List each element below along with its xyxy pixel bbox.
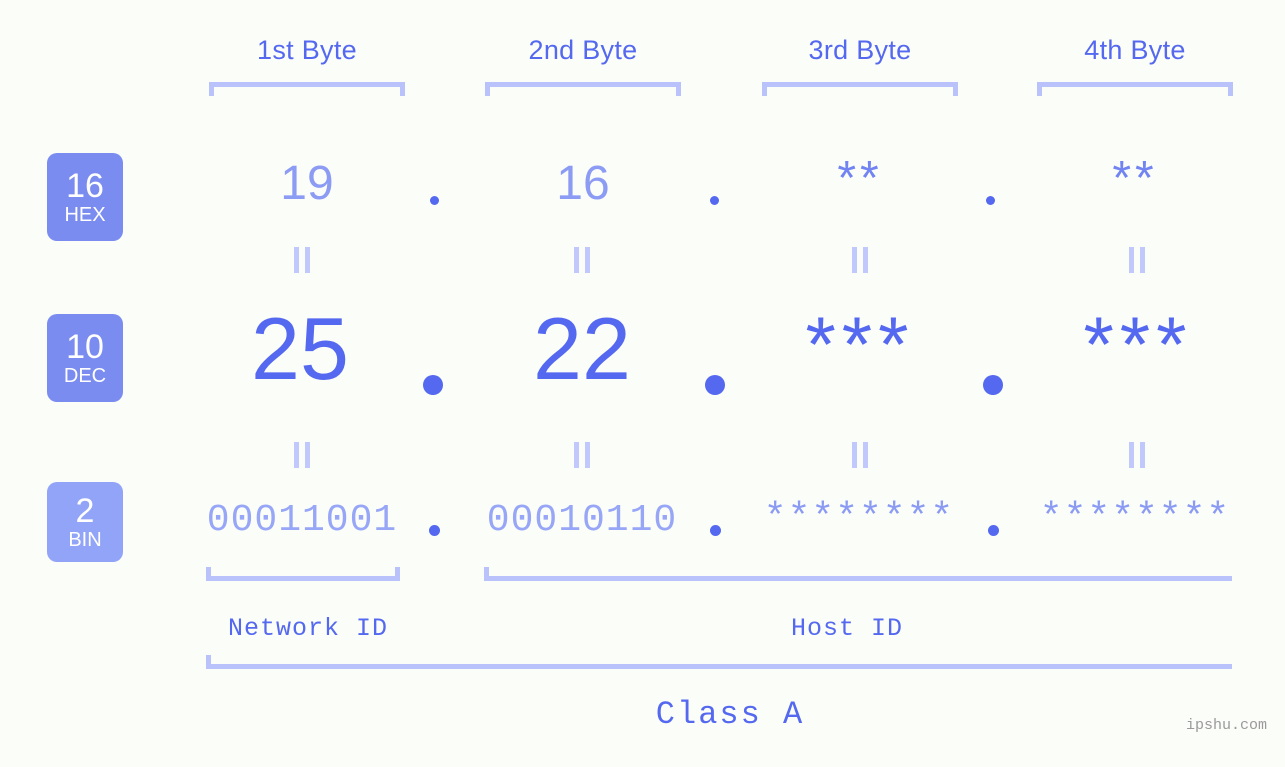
dec-dot-separator-2 xyxy=(705,375,725,395)
radix-badge-hex-number: 16 xyxy=(66,167,104,205)
equals-connector-dec-bin-3 xyxy=(849,442,871,468)
network-id-bracket xyxy=(206,567,400,581)
dec-dot-separator-3 xyxy=(983,375,1003,395)
hex-dot-separator-3 xyxy=(986,196,995,205)
bin-value-byte-2: 00010110 xyxy=(486,499,678,542)
host-id-label: Host ID xyxy=(790,614,904,643)
bin-dot-separator-3 xyxy=(988,525,999,536)
host-id-bracket xyxy=(484,567,1232,581)
bin-value-byte-3: ******** xyxy=(763,497,955,540)
hex-value-byte-4: ** xyxy=(1112,152,1158,205)
dec-value-byte-4: *** xyxy=(1083,300,1193,388)
network-id-label: Network ID xyxy=(227,614,389,643)
radix-badge-bin-name: BIN xyxy=(68,529,102,551)
site-watermark: ipshu.com xyxy=(1186,717,1268,734)
dec-value-byte-1: 25 xyxy=(251,299,349,398)
byte-1-top-bracket xyxy=(209,82,405,96)
equals-connector-hex-dec-4 xyxy=(1126,247,1148,273)
radix-badge-hex: 16 HEX xyxy=(47,153,123,241)
hex-dot-separator-2 xyxy=(710,196,719,205)
hex-value-byte-2: 16 xyxy=(556,157,610,210)
dec-dot-separator-1 xyxy=(423,375,443,395)
bin-value-byte-1: 00011001 xyxy=(206,499,398,542)
equals-connector-dec-bin-1 xyxy=(291,442,313,468)
bin-dot-separator-1 xyxy=(429,525,440,536)
dec-value-byte-2: 22 xyxy=(533,299,631,398)
equals-connector-dec-bin-2 xyxy=(571,442,593,468)
radix-badge-hex-name: HEX xyxy=(64,204,106,226)
radix-badge-bin-number: 2 xyxy=(75,492,95,530)
bin-value-byte-4: ******** xyxy=(1039,497,1231,540)
dec-value-byte-3: *** xyxy=(805,300,915,388)
radix-badge-bin: 2 BIN xyxy=(47,482,123,562)
column-header-byte-2: 2nd Byte xyxy=(528,35,638,65)
radix-badge-dec-number: 10 xyxy=(66,328,104,366)
hex-value-byte-1: 19 xyxy=(280,157,334,210)
column-header-byte-4: 4th Byte xyxy=(1084,35,1186,65)
byte-2-top-bracket xyxy=(485,82,681,96)
radix-badge-dec: 10 DEC xyxy=(47,314,123,402)
hex-value-byte-3: ** xyxy=(837,152,883,205)
byte-4-top-bracket xyxy=(1037,82,1233,96)
column-header-byte-3: 3rd Byte xyxy=(808,35,912,65)
equals-connector-hex-dec-3 xyxy=(849,247,871,273)
radix-badge-dec-name: DEC xyxy=(63,365,107,387)
ip-address-breakdown-diagram: 1st Byte 2nd Byte 3rd Byte 4th Byte 16 H… xyxy=(0,0,1285,767)
class-bracket xyxy=(206,655,1232,669)
byte-3-top-bracket xyxy=(762,82,958,96)
bin-dot-separator-2 xyxy=(710,525,721,536)
equals-connector-dec-bin-4 xyxy=(1126,442,1148,468)
equals-connector-hex-dec-2 xyxy=(571,247,593,273)
hex-dot-separator-1 xyxy=(430,196,439,205)
equals-connector-hex-dec-1 xyxy=(291,247,313,273)
class-label: Class A xyxy=(655,696,805,733)
column-header-byte-1: 1st Byte xyxy=(257,35,357,65)
